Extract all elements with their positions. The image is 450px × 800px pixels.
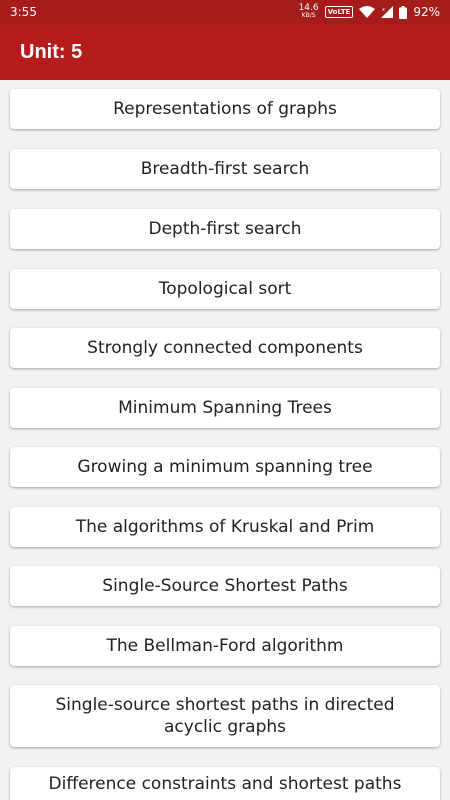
status-icons: 14.6 KB/S VoLTE x 92% xyxy=(299,0,440,24)
topic-label: Single-source shortest paths in directed… xyxy=(55,695,395,737)
topic-label: The Bellman-Ford algorithm xyxy=(106,636,344,656)
signal-icon: x xyxy=(381,6,394,18)
status-bar: 3:55 14.6 KB/S VoLTE x 92% xyxy=(0,0,450,24)
topic-label: Breadth-first search xyxy=(140,159,310,179)
topic-label: Representations of graphs xyxy=(113,99,337,119)
network-speed-unit: KB/S xyxy=(301,12,316,19)
topic-card[interactable]: Strongly connected components xyxy=(10,328,440,368)
battery-percent: 92% xyxy=(413,5,440,19)
topic-label: Single-Source Shortest Paths xyxy=(102,576,348,596)
topic-card[interactable]: Single-source shortest paths in directed… xyxy=(10,685,440,747)
topic-label: Growing a minimum spanning tree xyxy=(77,457,373,477)
page-title: Unit: 5 xyxy=(20,40,83,63)
topic-card[interactable]: Single-Source Shortest Paths xyxy=(10,566,440,606)
topic-label: Topological sort xyxy=(158,279,292,299)
volte-badge: VoLTE xyxy=(324,6,354,18)
topic-card[interactable]: Depth-first search xyxy=(10,209,440,249)
topic-label: Minimum Spanning Trees xyxy=(118,398,332,418)
topic-label: Strongly connected components xyxy=(87,338,363,358)
network-speed-value: 14.6 xyxy=(298,3,319,13)
topic-card[interactable]: Minimum Spanning Trees xyxy=(10,388,440,428)
topic-card[interactable]: Representations of graphs xyxy=(10,89,440,129)
topic-card[interactable]: The algorithms of Kruskal and Prim xyxy=(10,507,440,547)
topic-card[interactable]: The Bellman-Ford algorithm xyxy=(10,626,440,666)
svg-text:x: x xyxy=(382,7,385,13)
topic-list: Representations of graphs Breadth-first … xyxy=(0,80,450,800)
topic-label: Difference constraints and shortest path… xyxy=(48,774,402,794)
app-bar: Unit: 5 xyxy=(0,24,450,80)
status-time: 3:55 xyxy=(10,5,37,19)
topic-label: The algorithms of Kruskal and Prim xyxy=(75,517,375,537)
wifi-icon xyxy=(359,6,376,18)
network-speed: 14.6 KB/S xyxy=(299,4,319,20)
topic-card[interactable]: Breadth-first search xyxy=(10,149,440,189)
battery-icon xyxy=(399,5,408,19)
topic-card[interactable]: Growing a minimum spanning tree xyxy=(10,447,440,487)
topic-card[interactable]: Difference constraints and shortest path… xyxy=(10,767,440,800)
topic-label: Depth-first search xyxy=(148,219,302,239)
topic-card[interactable]: Topological sort xyxy=(10,269,440,309)
